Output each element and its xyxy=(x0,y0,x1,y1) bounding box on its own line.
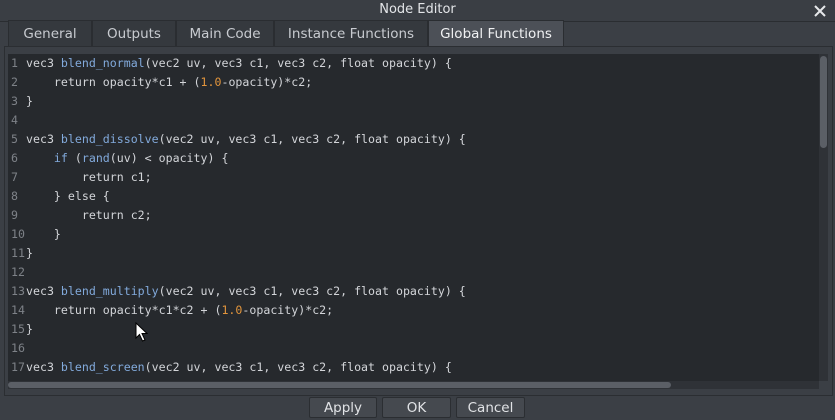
code-line: 8 } else { xyxy=(8,187,819,206)
line-number: 6 xyxy=(11,151,18,165)
code-line: 13 vec3 blend_multiply(vec2 uv, vec3 c1, … xyxy=(8,282,819,301)
code-line: 15} xyxy=(8,320,819,339)
line-number: 5 xyxy=(11,132,18,146)
title-bar: Node Editor xyxy=(0,0,835,22)
code-text: return c1; xyxy=(26,170,152,184)
tab-outputs[interactable]: Outputs xyxy=(92,20,176,46)
code-line: 17 vec3 blend_screen(vec2 uv, vec3 c1, ve… xyxy=(8,358,819,377)
code-text: vec3 blend_screen(vec2 uv, vec3 c1, vec3… xyxy=(26,360,452,374)
line-number: 10 xyxy=(11,227,25,241)
dialog-buttons: Apply OK Cancel xyxy=(0,397,835,419)
tab-bar: General Outputs Main Code Instance Funct… xyxy=(8,20,827,46)
line-number: 2 xyxy=(11,75,18,89)
code-text: } xyxy=(26,94,33,108)
code-line: 7 return c1; xyxy=(8,168,819,187)
code-text: vec3 blend_dissolve(vec2 uv, vec3 c1, ve… xyxy=(26,132,466,146)
line-number: 3 xyxy=(11,94,18,108)
tab-general[interactable]: General xyxy=(8,20,92,46)
ok-button[interactable]: OK xyxy=(382,397,451,418)
window-title: Node Editor xyxy=(379,2,456,17)
code-line: 10 } xyxy=(8,225,819,244)
code-text: vec3 blend_normal(vec2 uv, vec3 c1, vec3… xyxy=(26,56,452,70)
line-number: 8 xyxy=(11,189,18,203)
close-button[interactable] xyxy=(811,0,829,21)
code-text: } else { xyxy=(26,189,110,203)
mouse-pointer-icon xyxy=(135,322,149,342)
vertical-scrollbar[interactable] xyxy=(819,54,828,381)
code-text: return opacity*c1*c2 + (1.0-opacity)*c2; xyxy=(26,303,334,317)
code-line: 1 vec3 blend_normal(vec2 uv, vec3 c1, vec… xyxy=(8,54,819,73)
code-line: 3} xyxy=(8,92,819,111)
line-number: 1 xyxy=(11,56,18,70)
line-number: 14 xyxy=(11,303,25,317)
tab-global-functions[interactable]: Global Functions xyxy=(428,20,564,46)
code-text: vec3 blend_multiply(vec2 uv, vec3 c1, ve… xyxy=(26,284,466,298)
code-line: 5 vec3 blend_dissolve(vec2 uv, vec3 c1, v… xyxy=(8,130,819,149)
line-number: 13 xyxy=(11,284,25,298)
apply-button[interactable]: Apply xyxy=(309,397,377,418)
code-line: 9 return c2; xyxy=(8,206,819,225)
line-number: 12 xyxy=(11,265,25,279)
code-text: } xyxy=(26,227,61,241)
code-text: if (rand(uv) < opacity) { xyxy=(53,151,229,165)
code-text: } xyxy=(26,246,33,260)
code-line: 2 return opacity*c1 + (1.0-opacity)*c2; xyxy=(8,73,819,92)
code-text: } xyxy=(26,322,33,336)
horizontal-scrollbar[interactable] xyxy=(8,381,819,389)
line-number: 15 xyxy=(11,322,25,336)
line-number: 17 xyxy=(11,360,25,374)
code-text: return opacity*c1 + (1.0-opacity)*c2; xyxy=(26,75,313,89)
line-number: 7 xyxy=(11,170,18,184)
code-line: 6 if (rand(uv) < opacity) { xyxy=(8,149,819,168)
tab-instance-functions[interactable]: Instance Functions xyxy=(274,20,428,46)
line-number: 16 xyxy=(11,341,25,355)
tab-main-code[interactable]: Main Code xyxy=(176,20,274,46)
code-line: 4 xyxy=(8,111,819,130)
code-line: 16 xyxy=(8,339,819,358)
vertical-scroll-thumb[interactable] xyxy=(820,56,827,148)
line-number: 4 xyxy=(11,113,18,127)
code-line: 14 return opacity*c1*c2 + (1.0-opacity)*… xyxy=(8,301,819,320)
horizontal-scroll-thumb[interactable] xyxy=(8,382,671,388)
code-line: 11} xyxy=(8,244,819,263)
line-number: 11 xyxy=(11,246,25,260)
code-editor[interactable]: 1 vec3 blend_normal(vec2 uv, vec3 c1, vec… xyxy=(8,54,819,381)
cancel-button[interactable]: Cancel xyxy=(456,397,525,418)
close-icon xyxy=(814,4,826,17)
code-text: return c2; xyxy=(26,208,152,222)
line-number: 9 xyxy=(11,208,18,222)
code-line: 12 xyxy=(8,263,819,282)
